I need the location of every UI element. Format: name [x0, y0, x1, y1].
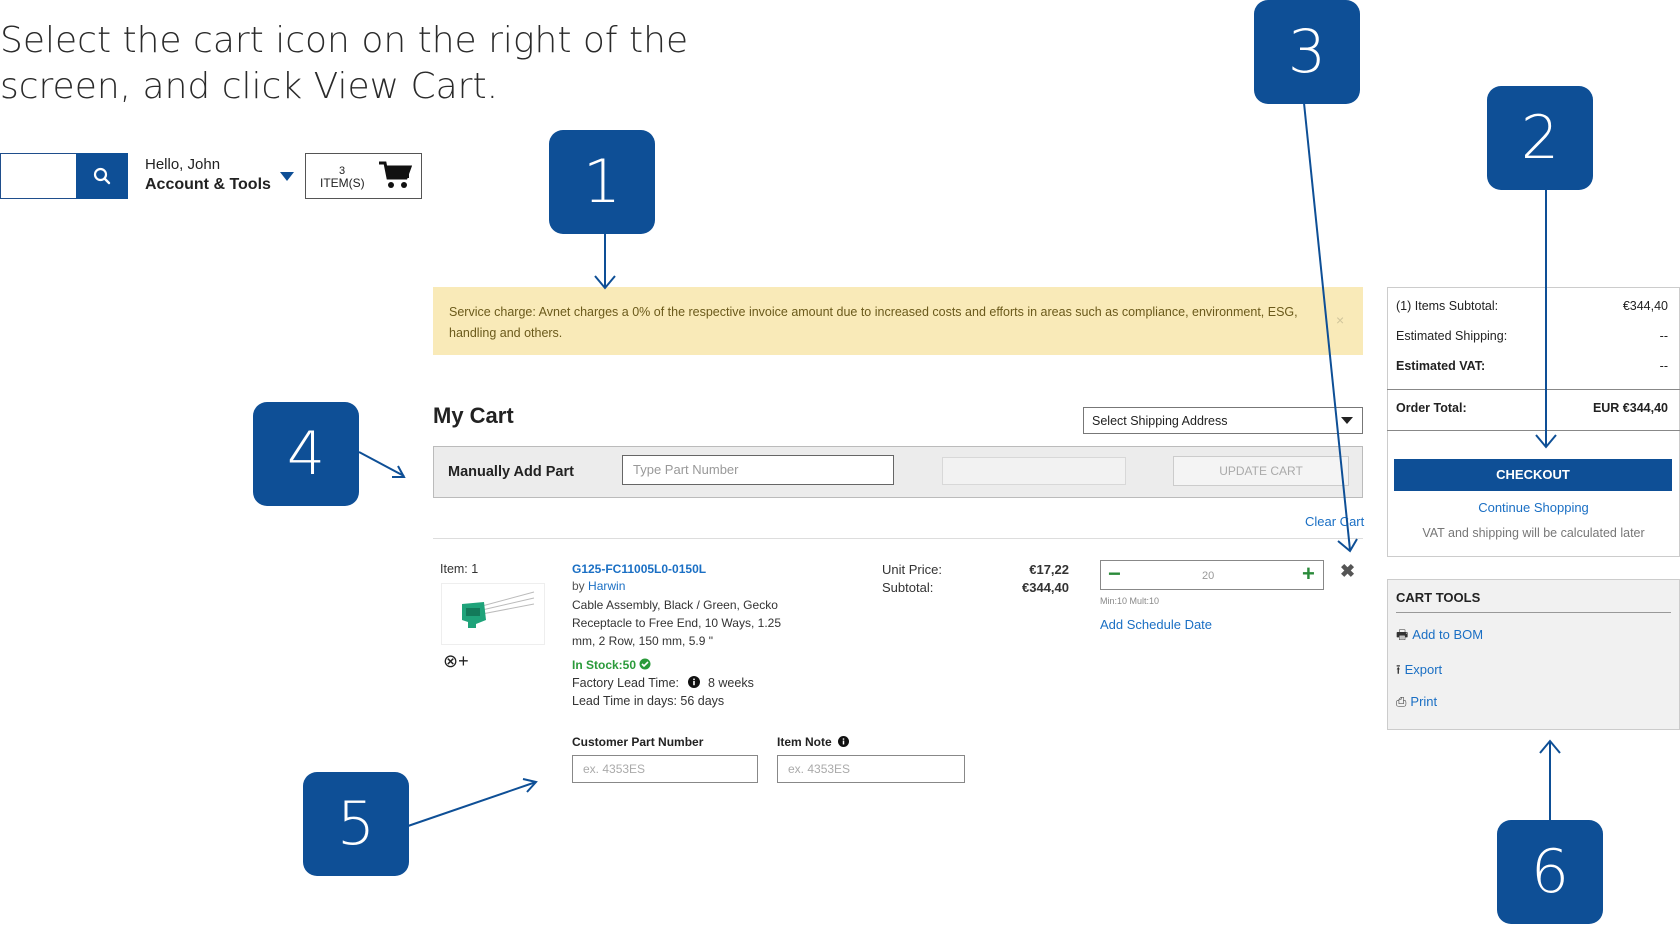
- callout-6: 6: [1497, 820, 1603, 924]
- callout-2: 2: [1487, 86, 1593, 190]
- annotation-arrows: [358, 102, 1561, 827]
- callout-4: 4: [253, 402, 359, 506]
- callout-5: 5: [303, 772, 409, 876]
- callout-3: 3: [1254, 0, 1360, 104]
- callout-1: 1: [549, 130, 655, 234]
